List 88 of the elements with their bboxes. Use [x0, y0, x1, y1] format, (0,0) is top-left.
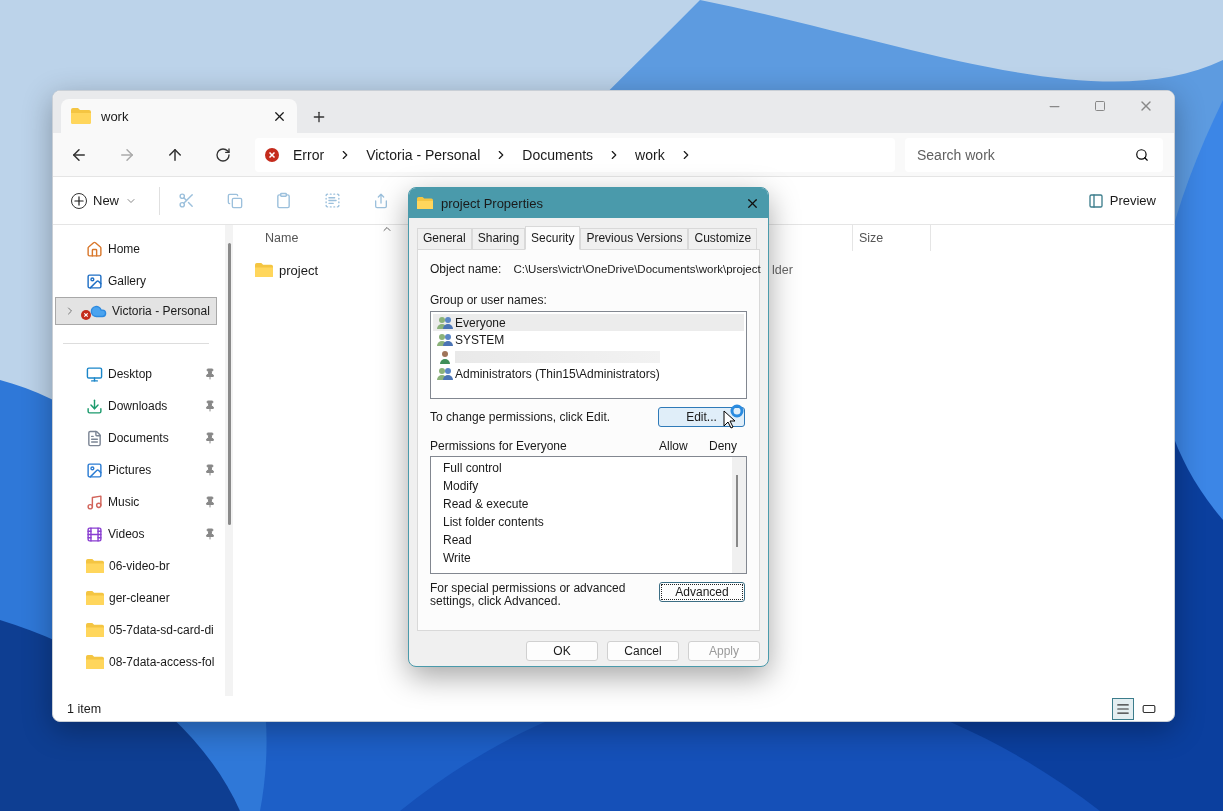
status-text: 1 item — [67, 701, 102, 716]
details-view-button[interactable] — [1112, 697, 1134, 720]
change-hint: To change permissions, click Edit. — [430, 410, 611, 424]
dialog-button[interactable]: OK — [526, 641, 598, 661]
music-icon — [86, 493, 103, 511]
scrollbar-thumb[interactable] — [736, 475, 738, 547]
list-icon — [1116, 701, 1130, 716]
users-icon — [437, 315, 453, 330]
breadcrumb-item[interactable]: Documents — [522, 146, 594, 163]
download-icon — [86, 397, 103, 415]
permission-name: Write — [443, 551, 471, 565]
permission-name: Read & execute — [443, 497, 529, 511]
maximize-icon[interactable] — [1094, 100, 1106, 112]
search-field[interactable]: Search work — [905, 137, 1163, 172]
sidebar-item[interactable]: Music — [55, 486, 217, 518]
breadcrumb-item[interactable]: Victoria - Personal — [366, 146, 481, 163]
users-icon — [437, 332, 453, 347]
dialog-tab[interactable]: Security — [525, 226, 581, 250]
sidebar-item[interactable]: Videos — [55, 518, 217, 550]
folder-icon — [71, 108, 91, 124]
new-tab-icon[interactable] — [311, 109, 327, 125]
dialog-tab[interactable]: General — [417, 228, 472, 250]
error-badge-icon — [81, 310, 91, 320]
rename-icon[interactable] — [324, 192, 341, 209]
home-icon — [86, 240, 103, 258]
mouse-pointer-icon — [723, 410, 735, 429]
sidebar-item[interactable]: 06-video-br — [55, 550, 217, 582]
pictures-icon — [86, 461, 103, 479]
sidebar-item[interactable]: 08-7data-access-fol — [55, 646, 217, 678]
group-item[interactable]: Everyone — [433, 314, 744, 331]
sidebar-item[interactable]: Victoria - Personal — [55, 297, 217, 325]
sidebar-item[interactable]: ger-cleaner — [55, 582, 217, 614]
document-icon — [86, 429, 103, 447]
sidebar-item[interactable]: Documents — [55, 422, 217, 454]
search-icon — [1135, 147, 1149, 162]
share-icon[interactable] — [373, 192, 389, 209]
sidebar-item[interactable]: Pictures — [55, 454, 217, 486]
column-header[interactable]: Size — [853, 225, 931, 251]
folder-icon — [417, 196, 433, 210]
scrollbar[interactable] — [732, 457, 746, 573]
preview-button[interactable]: Preview — [1083, 188, 1160, 213]
permission-name: List folder contents — [443, 515, 544, 529]
file-type: lder — [772, 263, 794, 277]
object-name: C:\Users\victr\OneDrive\Documents\work\project — [513, 263, 761, 275]
dialog-tab[interactable]: Previous Versions — [580, 228, 689, 250]
busy-ring-icon — [730, 404, 744, 418]
user-icon — [437, 349, 453, 364]
permission-column-header: Deny — [709, 439, 738, 453]
desktop-icon — [86, 365, 103, 383]
advanced-hint: For special permissions or advanced settings, click Advanced. — [430, 582, 627, 608]
error-icon — [265, 147, 279, 162]
refresh-icon[interactable] — [215, 146, 231, 163]
permission-name: Modify — [443, 479, 479, 493]
new-button[interactable]: New — [67, 188, 141, 213]
sidebar-item[interactable]: Home — [55, 233, 217, 265]
window-tab[interactable]: work — [61, 99, 297, 133]
group-item[interactable]: SYSTEM — [433, 331, 744, 348]
folder-icon — [255, 262, 273, 278]
breadcrumb-item[interactable]: Error — [293, 146, 325, 163]
dialog-button[interactable]: Cancel — [607, 641, 679, 661]
dialog-tab[interactable]: Sharing — [471, 228, 526, 250]
folder-icon — [86, 622, 104, 638]
video-icon — [86, 525, 103, 543]
cut-icon[interactable] — [178, 192, 195, 209]
permission-name: Full control — [443, 461, 502, 475]
dialog-tab[interactable]: Customize — [688, 228, 758, 250]
copy-icon[interactable] — [227, 192, 243, 209]
group-item[interactable]: Administrators (Thin15\Administrators) — [433, 365, 744, 382]
breadcrumb-item[interactable]: work — [635, 146, 665, 163]
folder-icon — [86, 558, 104, 574]
folder-icon — [86, 654, 104, 670]
users-icon — [437, 366, 453, 381]
paste-icon[interactable] — [275, 192, 292, 209]
sidebar-item[interactable]: Gallery — [55, 265, 217, 297]
groups-label: Group or user names: — [430, 293, 548, 307]
permission-name: Read — [443, 533, 472, 547]
folder-icon — [86, 590, 104, 606]
object-name-label: Object name: — [430, 262, 502, 276]
address-bar[interactable]: Error Victoria - Personal Documents work — [255, 137, 895, 172]
sidebar-item[interactable]: Downloads — [55, 390, 217, 422]
preview-pane-icon — [1087, 192, 1104, 209]
sidebar-item[interactable]: Desktop — [55, 358, 217, 390]
dialog-title-bar: project Properties — [409, 188, 768, 218]
permission-column-header: Allow — [659, 439, 689, 453]
advanced-button[interactable]: Advanced — [659, 582, 745, 602]
permissions-label: Permissions for Everyone — [430, 439, 568, 453]
sidebar-item[interactable]: 05-7data-sd-card-di — [55, 614, 217, 646]
gallery-icon — [86, 272, 103, 290]
